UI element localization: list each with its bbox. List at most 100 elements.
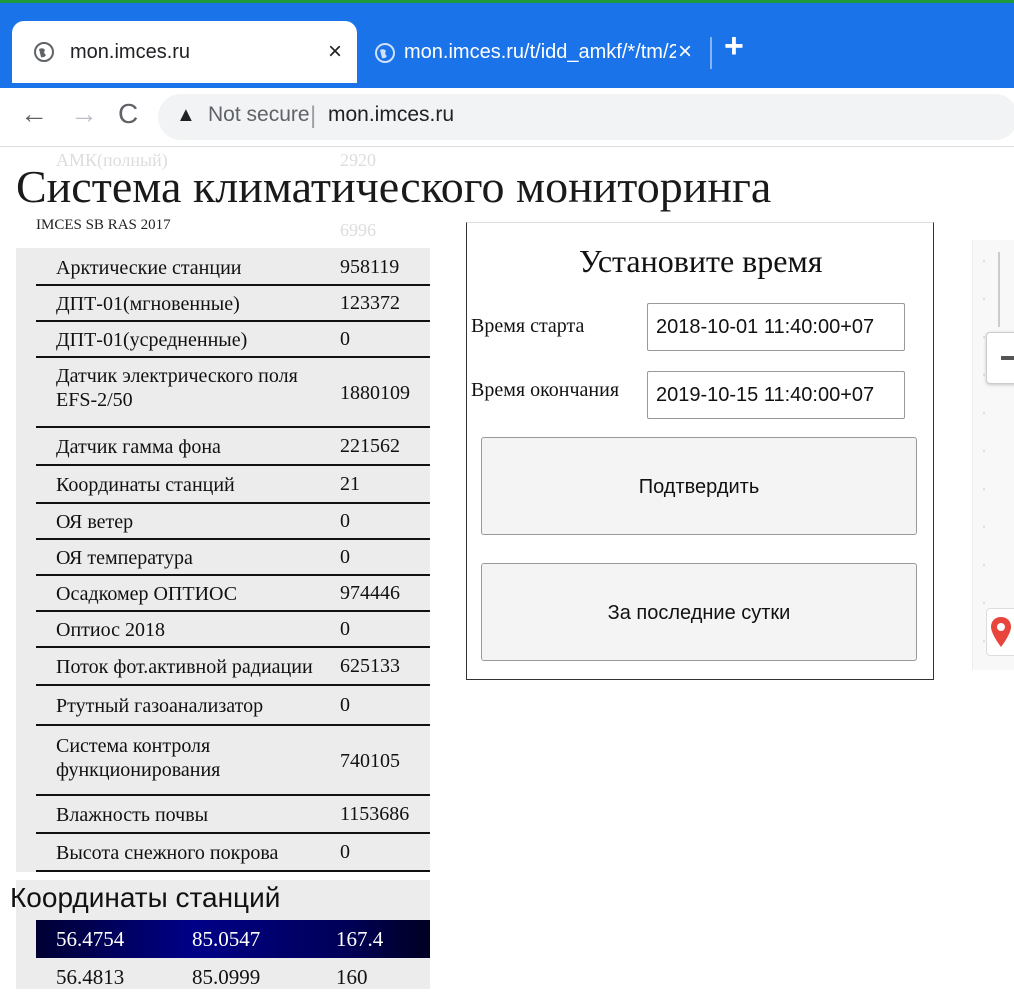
- warning-icon[interactable]: ▲: [176, 104, 196, 127]
- tab-title: mon.imces.ru: [70, 41, 191, 63]
- list-item[interactable]: Датчик электрического поля EFS-2/50 1880…: [36, 358, 430, 428]
- browser-toolbar: ← → C ▲ Not secure | mon.imces.ru: [0, 88, 1014, 147]
- coord-alt: 160: [336, 965, 368, 989]
- reload-button[interactable]: C: [118, 98, 138, 130]
- ghost-row-value: 6996: [340, 220, 376, 240]
- list-item[interactable]: Влажность почвы 1153686: [36, 796, 430, 834]
- map-grid-dot: [983, 526, 985, 528]
- coord-lat: 56.4754: [56, 927, 125, 951]
- map-grid-dot: [983, 450, 985, 452]
- list-item-name: Ртутный газоанализатор: [56, 695, 264, 717]
- map-area[interactable]: [972, 240, 1014, 670]
- security-label[interactable]: Not secure: [208, 103, 310, 127]
- list-item-value: 974446: [340, 582, 400, 604]
- tab-title: mon.imces.ru/t/idd_amkf/*/tm/2018: [404, 41, 676, 63]
- table-row[interactable]: 56.4754 85.0547 167.4: [36, 920, 430, 958]
- map-grid-dot: [983, 640, 985, 642]
- list-item-name: Оптиос 2018: [56, 619, 165, 641]
- tab-close-icon[interactable]: ×: [328, 38, 342, 66]
- list-item[interactable]: Поток фот.активной радиации 625133: [36, 648, 430, 686]
- map-grid-dot: [983, 412, 985, 414]
- table-row[interactable]: 56.4813 85.0999 160: [36, 958, 430, 996]
- list-item[interactable]: ОЯ температура 0: [36, 540, 430, 576]
- list-item-value: 0: [340, 618, 350, 640]
- list-item[interactable]: Осадкомер ОПТИОС 974446: [36, 576, 430, 612]
- minus-icon: [1001, 356, 1014, 360]
- list-item-name: Координаты станций: [56, 474, 235, 496]
- list-item[interactable]: Ртутный газоанализатор 0: [36, 686, 430, 726]
- list-item[interactable]: Система контроля функционирования 740105: [36, 726, 430, 796]
- list-item-value: 625133: [340, 655, 400, 677]
- address-separator: |: [310, 102, 317, 129]
- address-bar[interactable]: ▲ Not secure | mon.imces.ru: [158, 94, 1014, 140]
- location-button[interactable]: [986, 608, 1014, 656]
- page-title: Система климатического мониторинга: [16, 161, 772, 212]
- page-subtitle: IMCES SB RAS 2017: [36, 217, 171, 233]
- list-item-value: 21: [340, 473, 360, 495]
- list-item-value: 221562: [340, 435, 400, 457]
- forward-button[interactable]: →: [70, 98, 98, 130]
- list-item-value: 0: [340, 841, 350, 863]
- list-item-name: Поток фот.активной радиации: [56, 656, 313, 678]
- list-item-name: ОЯ ветер: [56, 511, 134, 533]
- tab-close-icon[interactable]: ×: [678, 38, 692, 66]
- time-panel: Установите время Время старта Время окон…: [466, 222, 934, 680]
- map-grid-dot: [983, 336, 985, 338]
- list-item-name: Высота снежного покрова: [56, 842, 279, 864]
- tab-active[interactable]: mon.imces.ru ×: [12, 21, 357, 83]
- map-grid-dot: [983, 564, 985, 566]
- map-grid-dot: [983, 602, 985, 604]
- start-time-label: Время старта: [471, 315, 585, 337]
- list-item[interactable]: Координаты станций 21: [36, 466, 430, 504]
- list-item-name: Датчик гамма фона: [56, 436, 221, 458]
- zoom-slider-track[interactable]: [998, 252, 1000, 327]
- last-day-button[interactable]: За последние сутки: [481, 563, 917, 661]
- map-grid-dot: [983, 374, 985, 376]
- list-item[interactable]: ДПТ-01(мгновенные) 123372: [36, 286, 430, 322]
- map-grid-dot: [983, 298, 985, 300]
- list-item[interactable]: ОЯ ветер 0: [36, 504, 430, 540]
- list-item-value: 0: [340, 546, 350, 568]
- list-item-name: Осадкомер ОПТИОС: [56, 583, 238, 605]
- list-item[interactable]: Высота снежного покрова 0: [36, 834, 430, 872]
- new-tab-button[interactable]: +: [724, 29, 744, 63]
- coords-title: Координаты станций: [10, 882, 281, 913]
- list-item-name: ДПТ-01(мгновенные): [56, 293, 240, 315]
- list-item-value: 740105: [340, 750, 400, 772]
- list-item-name: ОЯ температура: [56, 547, 193, 569]
- start-time-input[interactable]: [647, 303, 905, 351]
- list-item[interactable]: Датчик гамма фона 221562: [36, 428, 430, 466]
- list-item-value: 1880109: [340, 382, 410, 404]
- list-item-value: 1153686: [340, 803, 410, 825]
- list-item-name: Влажность почвы: [56, 804, 209, 826]
- coord-lon: 85.0999: [192, 965, 261, 989]
- tab-divider: [710, 37, 712, 69]
- globe-icon: [34, 42, 54, 62]
- list-item-name: Арктические станции: [56, 257, 242, 279]
- list-item-name: Датчик электрического поля EFS-2/50: [56, 365, 298, 411]
- list-item[interactable]: ДПТ-01(усредненные) 0: [36, 322, 430, 358]
- end-time-label: Время окончания: [471, 379, 620, 401]
- coord-lat: 56.4813: [56, 965, 125, 989]
- map-pin-icon: [991, 617, 1011, 647]
- list-item-name: Система контроля функционирования: [56, 735, 221, 781]
- list-item-value: 0: [340, 510, 350, 532]
- map-grid-dot: [983, 260, 985, 262]
- back-button[interactable]: ←: [20, 98, 48, 130]
- list-item-value: 0: [340, 694, 350, 716]
- list-item-value: 123372: [340, 292, 400, 314]
- confirm-button[interactable]: Подтвердить: [481, 437, 917, 535]
- list-item[interactable]: Оптиос 2018 0: [36, 612, 430, 648]
- coord-lon: 85.0547: [192, 927, 261, 951]
- list-item-value: 0: [340, 328, 350, 350]
- map-grid-dot: [983, 488, 985, 490]
- coord-alt: 167.4: [336, 927, 384, 951]
- tab-inactive[interactable]: mon.imces.ru/t/idd_amkf/*/tm/2018 ×: [360, 21, 700, 83]
- list-item[interactable]: Арктические станции 958119: [36, 250, 430, 286]
- time-panel-title: Установите время: [579, 243, 823, 279]
- end-time-input[interactable]: [647, 371, 905, 419]
- globe-icon: [375, 43, 395, 63]
- url-text[interactable]: mon.imces.ru: [328, 103, 454, 127]
- tab-strip: mon.imces.ru × mon.imces.ru/t/idd_amkf/*…: [0, 3, 1014, 88]
- zoom-out-button[interactable]: [986, 332, 1014, 384]
